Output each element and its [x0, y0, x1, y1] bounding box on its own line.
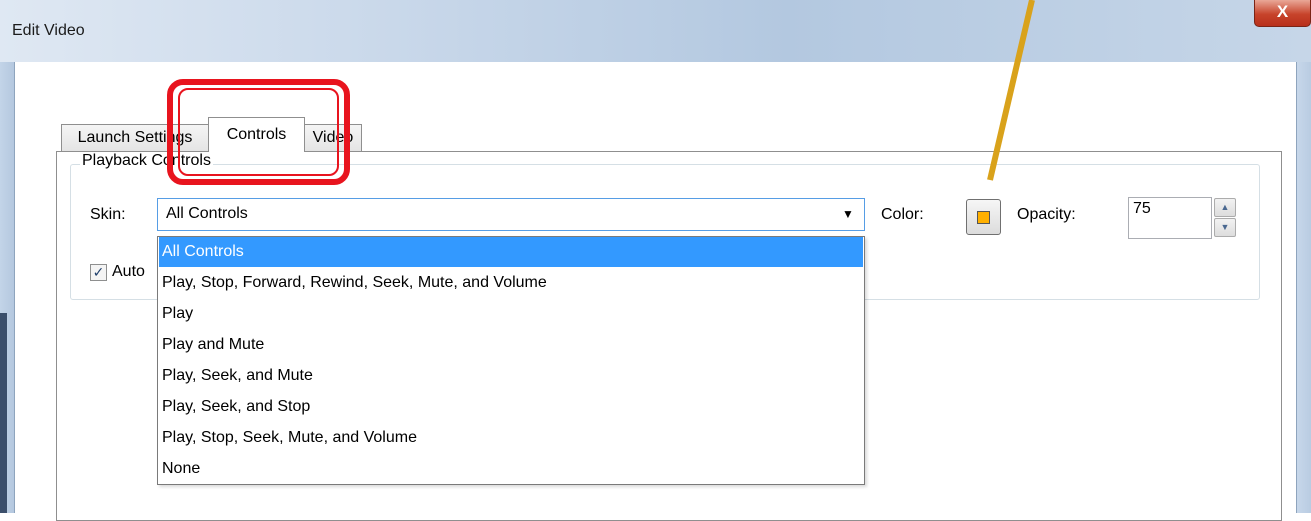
autoplay-checkbox[interactable]: ✓ [90, 264, 107, 281]
window-frame-shadow [0, 313, 7, 513]
skin-dropdown-list: All Controls Play, Stop, Forward, Rewind… [157, 236, 865, 485]
color-label: Color: [881, 206, 924, 223]
skin-option[interactable]: Play, Seek, and Mute [159, 361, 863, 391]
skin-option[interactable]: Play [159, 299, 863, 329]
arrow-up-icon: ▲ [1220, 202, 1230, 212]
color-picker-button[interactable] [966, 199, 1001, 235]
skin-label: Skin: [90, 206, 126, 223]
close-button[interactable]: X [1254, 0, 1311, 27]
chevron-down-icon[interactable]: ▼ [832, 199, 864, 230]
close-icon: X [1276, 2, 1289, 21]
tab-label: Video [312, 129, 354, 146]
tab-label: Controls [226, 126, 287, 143]
window-title: Edit Video [12, 22, 85, 39]
tab-controls[interactable]: Controls [208, 117, 305, 152]
checkmark-icon: ✓ [92, 264, 105, 280]
color-swatch [977, 211, 990, 224]
opacity-value: 75 [1133, 200, 1151, 217]
opacity-label: Opacity: [1017, 206, 1076, 223]
tab-video[interactable]: Video [304, 124, 362, 151]
skin-option[interactable]: Play and Mute [159, 330, 863, 360]
tab-label: Launch Settings [77, 129, 193, 146]
title-bar: Edit Video [0, 0, 1311, 63]
window-frame-right [1296, 62, 1311, 513]
skin-option[interactable]: None [159, 454, 863, 484]
skin-selected-value: All Controls [166, 205, 248, 222]
skin-option[interactable]: Play, Stop, Forward, Rewind, Seek, Mute,… [159, 268, 863, 298]
skin-option[interactable]: All Controls [159, 237, 863, 267]
opacity-input[interactable]: 75 [1128, 197, 1212, 239]
skin-combobox[interactable]: All Controls ▼ [157, 198, 865, 231]
group-title: Playback Controls [80, 152, 213, 170]
autoplay-label: Auto [112, 263, 145, 280]
opacity-decrement-button[interactable]: ▼ [1214, 218, 1236, 237]
skin-option[interactable]: Play, Stop, Seek, Mute, and Volume [159, 423, 863, 453]
opacity-increment-button[interactable]: ▲ [1214, 198, 1236, 217]
skin-option[interactable]: Play, Seek, and Stop [159, 392, 863, 422]
tab-launch-settings[interactable]: Launch Settings [61, 124, 209, 151]
arrow-down-icon: ▼ [1220, 222, 1230, 232]
